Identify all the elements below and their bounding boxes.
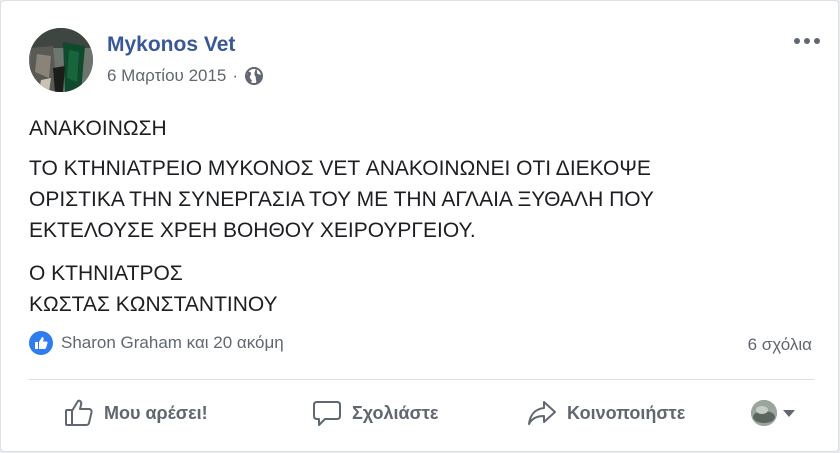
- post-card: Mykonos Vet 6 Μαρτίου 2015 · ΑΝΑΚΟΙΝΩΣΗ …: [0, 0, 839, 452]
- comments-count-link[interactable]: 6 σχόλια: [748, 335, 812, 355]
- comment-icon: [313, 401, 341, 426]
- comment-button[interactable]: Σχολιάστε: [311, 385, 438, 441]
- audience-selector[interactable]: [751, 385, 795, 441]
- share-button[interactable]: Κοινοποιήστε: [526, 385, 685, 441]
- post-body: ΑΝΑΚΟΙΝΩΣΗ ΤΟ ΚΤΗΝΙΑΤΡΕΙΟ ΜΥΚΟΝΟΣ VET ΑΝ…: [29, 113, 809, 332]
- action-bar: Μου αρέσει! Σχολιάστε Κοινοποιήστε: [29, 385, 814, 441]
- reactions-summary[interactable]: Sharon Graham και 20 ακόμη: [29, 331, 284, 355]
- post-paragraph: ΤΟ ΚΤΗΝΙΑΤΡΕΙΟ ΜΥΚΟΝΟΣ VET ΑΝΑΚΟΙΝΩΝΕΙ Ο…: [29, 157, 654, 242]
- page-avatar[interactable]: [29, 28, 93, 92]
- comment-button-label: Σχολιάστε: [352, 402, 439, 423]
- more-options-icon[interactable]: [793, 31, 821, 51]
- globe-icon[interactable]: [244, 66, 264, 86]
- thumbs-up-icon: [65, 399, 93, 426]
- share-icon: [528, 401, 556, 425]
- post-paragraph: ΑΝΑΚΟΙΝΩΣΗ: [29, 117, 167, 140]
- user-avatar: [751, 400, 777, 426]
- divider: [29, 379, 814, 380]
- post-paragraph: Ο ΚΤΗΝΙΑΤΡΟΣ ΚΩΣΤΑΣ ΚΩΝΣΤΑΝΤΙΝΟΥ: [29, 262, 278, 316]
- like-button[interactable]: Μου αρέσει!: [63, 385, 208, 441]
- like-reaction-icon: [29, 331, 53, 355]
- like-button-label: Μου αρέσει!: [104, 402, 208, 423]
- post-meta: 6 Μαρτίου 2015 ·: [107, 66, 264, 86]
- chevron-down-icon: [783, 409, 795, 417]
- page-name-link[interactable]: Mykonos Vet: [107, 33, 235, 57]
- post-date-link[interactable]: 6 Μαρτίου 2015: [107, 66, 226, 86]
- share-button-label: Κοινοποιήστε: [567, 402, 686, 423]
- meta-separator: ·: [232, 66, 239, 85]
- reactions-text: Sharon Graham και 20 ακόμη: [61, 333, 284, 352]
